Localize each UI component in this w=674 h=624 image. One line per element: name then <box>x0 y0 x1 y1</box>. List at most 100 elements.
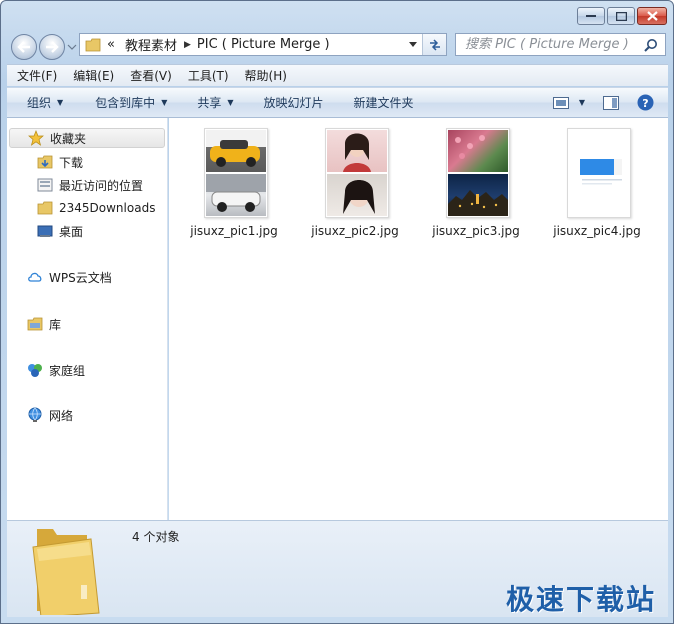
close-button[interactable] <box>637 7 667 25</box>
sidebar-item-label: 家庭组 <box>49 363 86 378</box>
file-item[interactable]: jisuxz_pic4.jpg <box>535 128 659 244</box>
file-list: jisuxz_pic1.jpg jisuxz_pic2.jpg jisuxz_p… <box>169 118 668 520</box>
screenshot-image <box>580 159 622 185</box>
star-icon <box>28 130 44 146</box>
svg-text:?: ? <box>642 97 648 110</box>
preview-pane-icon <box>603 95 619 110</box>
maximize-button[interactable] <box>607 7 635 25</box>
help-button[interactable]: ? <box>637 94 654 111</box>
desktop-icon <box>37 223 53 239</box>
file-item[interactable]: jisuxz_pic3.jpg <box>414 128 538 244</box>
help-icon: ? <box>637 94 654 111</box>
back-arrow-icon <box>17 41 30 53</box>
change-view-button[interactable]: ▼ <box>552 96 585 109</box>
chevron-down-icon: ▼ <box>227 98 234 107</box>
sidebar-item-label: 下载 <box>59 155 84 170</box>
chevron-down-icon: ▼ <box>161 98 168 107</box>
new-folder-button[interactable]: 新建文件夹 <box>354 94 414 111</box>
sidebar-item-libraries[interactable]: 库 <box>27 314 61 334</box>
back-button[interactable] <box>11 34 37 60</box>
portrait-image <box>343 133 371 172</box>
sidebar-item-favorites[interactable]: 收藏夹 <box>9 128 165 148</box>
breadcrumb-separator-icon[interactable]: ▶ <box>184 40 191 50</box>
night-city-image <box>448 190 508 216</box>
command-bar: 组织 ▼ 包含到库中 ▼ 共享 ▼ 放映幻灯片 新建文件夹 ▼ ? <box>7 87 668 118</box>
file-name: jisuxz_pic3.jpg <box>432 224 520 238</box>
downloads-folder-icon <box>37 154 53 170</box>
include-in-library-button[interactable]: 包含到库中 ▼ <box>95 94 167 111</box>
sidebar-item-network[interactable]: 网络 <box>27 405 73 425</box>
image-thumbnail <box>204 128 268 218</box>
sidebar-item-desktop[interactable]: 桌面 <box>37 221 83 241</box>
minimize-button[interactable] <box>577 7 605 25</box>
menu-view[interactable]: 查看(V) <box>124 67 178 84</box>
details-pane: 4 个对象 极速下载站 <box>7 520 668 617</box>
address-dropdown-icon[interactable] <box>408 41 418 48</box>
preview-pane-button[interactable] <box>603 95 619 110</box>
sidebar-item-recent-places[interactable]: 最近访问的位置 <box>37 175 143 195</box>
file-name: jisuxz_pic1.jpg <box>190 224 278 238</box>
view-icon <box>552 96 569 109</box>
organize-label: 组织 <box>27 96 52 110</box>
sidebar-item-2345downloads[interactable]: 2345Downloads <box>37 198 155 218</box>
chevron-down-icon: ▼ <box>578 98 585 107</box>
sidebar-item-wps-cloud[interactable]: WPS云文档 <box>27 267 112 287</box>
share-label: 共享 <box>197 96 222 110</box>
maximize-icon <box>615 11 627 21</box>
homegroup-icon <box>27 362 43 378</box>
file-item[interactable]: jisuxz_pic2.jpg <box>293 128 417 244</box>
breadcrumb-teaching-materials[interactable]: 教程素材 <box>125 35 177 54</box>
close-icon <box>646 11 658 21</box>
sidebar-item-downloads[interactable]: 下载 <box>37 152 83 172</box>
file-name: jisuxz_pic4.jpg <box>553 224 641 238</box>
item-count: 4 个对象 <box>132 530 180 544</box>
menu-help[interactable]: 帮助(H) <box>239 67 293 84</box>
menu-tools[interactable]: 工具(T) <box>182 67 235 84</box>
menu-file[interactable]: 文件(F) <box>11 67 63 84</box>
libraries-icon <box>27 316 43 332</box>
forward-arrow-icon <box>46 41 59 53</box>
image-thumbnail <box>567 128 631 218</box>
search-box[interactable] <box>455 33 666 56</box>
navigation-pane: 收藏夹 下载 最近访问的位置 2345Downloads 桌面 WPS云文档 库… <box>7 118 168 520</box>
breadcrumb-pic-folder[interactable]: PIC ( Picture Merge ) <box>197 37 330 52</box>
sidebar-item-label: 最近访问的位置 <box>59 178 144 193</box>
recent-pages-dropdown-icon[interactable] <box>67 42 77 52</box>
folder-icon <box>37 200 53 216</box>
large-folder-icon <box>32 529 100 615</box>
portrait-image <box>343 180 375 214</box>
file-item[interactable]: jisuxz_pic1.jpg <box>172 128 296 244</box>
sidebar-item-label: WPS云文档 <box>49 270 112 285</box>
organize-button[interactable]: 组织 ▼ <box>27 94 63 111</box>
image-thumbnail <box>446 128 510 218</box>
sidebar-item-label: 库 <box>49 317 62 332</box>
address-overflow[interactable]: « <box>107 37 115 52</box>
recent-places-icon <box>37 177 53 193</box>
share-button[interactable]: 共享 ▼ <box>197 94 233 111</box>
folder-icon <box>85 38 101 51</box>
include-in-library-label: 包含到库中 <box>95 96 156 110</box>
forward-button[interactable] <box>39 34 65 60</box>
white-car-image <box>206 174 266 212</box>
search-icon[interactable] <box>641 38 661 52</box>
chevron-down-icon: ▼ <box>57 98 64 107</box>
flower-field-image <box>455 135 485 159</box>
address-bar[interactable]: « 教程素材 ▶ PIC ( Picture Merge ) <box>79 33 447 56</box>
watermark-logo: 极速下载站 <box>505 583 656 616</box>
menu-edit[interactable]: 编辑(E) <box>67 67 120 84</box>
file-name: jisuxz_pic2.jpg <box>311 224 399 238</box>
menu-bar: 文件(F) 编辑(E) 查看(V) 工具(T) 帮助(H) <box>7 64 668 86</box>
network-icon <box>27 407 43 423</box>
caption-buttons <box>575 7 667 25</box>
yellow-car-image <box>210 140 260 167</box>
sidebar-item-label: 2345Downloads <box>59 201 156 215</box>
search-input[interactable] <box>465 37 641 52</box>
sidebar-item-label: 网络 <box>49 408 74 423</box>
image-thumbnail <box>325 128 389 218</box>
explorer-window: « 教程素材 ▶ PIC ( Picture Merge ) 文件(F) 编辑(… <box>0 0 674 624</box>
refresh-button[interactable] <box>422 34 446 55</box>
minimize-icon <box>586 15 596 17</box>
sidebar-item-homegroup[interactable]: 家庭组 <box>27 360 85 380</box>
sidebar-item-label: 桌面 <box>59 224 84 239</box>
slideshow-button[interactable]: 放映幻灯片 <box>264 94 324 111</box>
